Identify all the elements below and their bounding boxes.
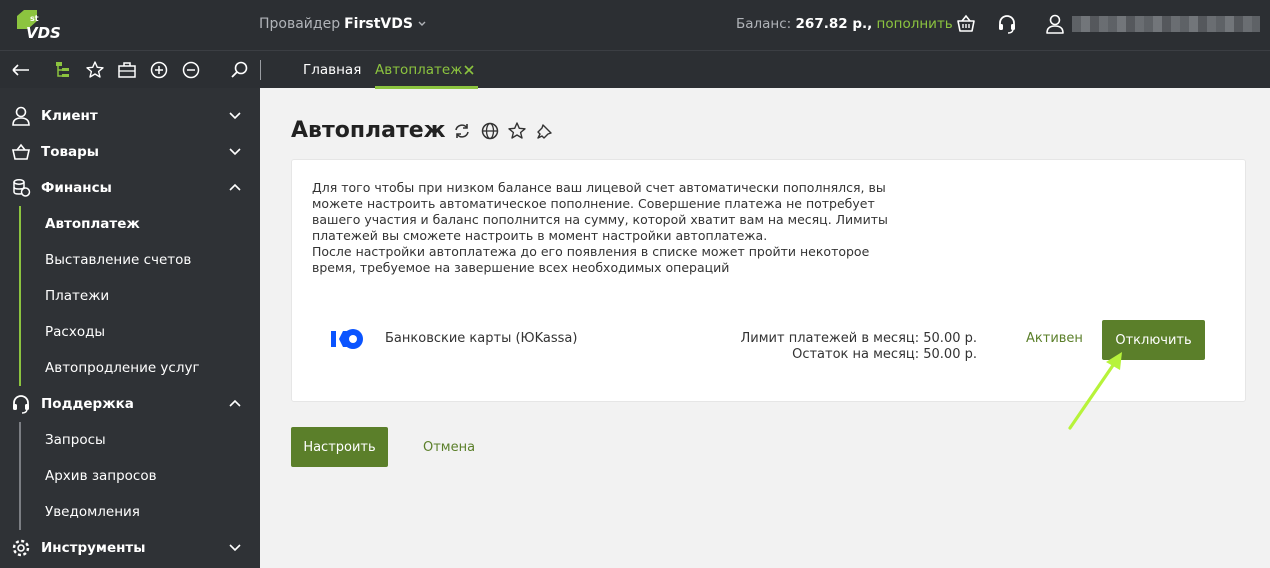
sidebar-item-payments[interactable]: Платежи xyxy=(0,278,260,314)
balance: Баланс: 267.82 р., пополнить xyxy=(736,16,953,32)
back-arrow-icon[interactable] xyxy=(11,60,31,80)
coins-icon xyxy=(13,179,31,197)
payment-limits: Лимит платежей в месяц: 50.00 р. Остаток… xyxy=(700,331,977,363)
chevron-down-icon xyxy=(229,544,241,552)
toolbar-divider xyxy=(260,60,261,80)
sidebar-item-autorenewal[interactable]: Автопродление услуг xyxy=(0,350,260,386)
close-icon[interactable] xyxy=(463,64,475,76)
description-line: вашего участия и баланс пополнится на су… xyxy=(312,212,888,227)
star-icon[interactable] xyxy=(507,121,527,141)
provider-prefix: Провайдер xyxy=(259,16,341,32)
user-name-blurred[interactable] xyxy=(1072,16,1260,32)
plus-circle-icon[interactable] xyxy=(149,60,169,80)
sidebar-item-label: Расходы xyxy=(45,324,106,340)
briefcase-icon[interactable] xyxy=(117,60,137,80)
user-icon xyxy=(12,106,30,126)
sidebar-group-label: Финансы xyxy=(41,180,112,196)
sidebar-item-invoicing[interactable]: Выставление счетов xyxy=(0,242,260,278)
sidebar-item-label: Уведомления xyxy=(45,504,140,520)
chevron-up-icon xyxy=(229,183,241,191)
description-line: можете настроить автоматическое пополнен… xyxy=(312,196,875,211)
sidebar-group-products[interactable]: Товары xyxy=(0,134,260,170)
sidebar-item-label: Выставление счетов xyxy=(45,252,192,268)
sidebar-group-label: Инструменты xyxy=(41,540,146,556)
sidebar-item-label: Архив запросов xyxy=(45,468,157,484)
sidebar-group-label: Клиент xyxy=(41,108,98,124)
sidebar-group-label: Товары xyxy=(41,144,100,160)
star-icon[interactable] xyxy=(85,60,105,80)
headset-icon[interactable] xyxy=(996,13,1018,35)
sidebar-group-label: Поддержка xyxy=(41,396,134,412)
svg-text:st: st xyxy=(30,14,39,23)
svg-text:VDS: VDS xyxy=(26,24,61,41)
sidebar-item-label: Автоплатеж xyxy=(45,216,140,232)
balance-label: Баланс: xyxy=(736,16,792,32)
headset-icon xyxy=(13,395,29,414)
chevron-down-icon xyxy=(418,21,426,26)
sidebar-item-requests[interactable]: Запросы xyxy=(0,422,260,458)
active-tab-indicator xyxy=(375,86,478,89)
sidebar-item-expenses[interactable]: Расходы xyxy=(0,314,260,350)
sidebar-item-label: Платежи xyxy=(45,288,110,304)
description-line: время, требуемое на завершение всех необ… xyxy=(312,260,730,275)
tree-icon[interactable] xyxy=(53,60,73,80)
refresh-icon[interactable] xyxy=(452,121,472,141)
pin-icon[interactable] xyxy=(535,121,555,141)
globe-icon[interactable] xyxy=(480,121,500,141)
description-line: платежей вы сможете настроить в момент н… xyxy=(312,228,768,243)
description-line: После настройки автоплатежа до его появл… xyxy=(312,244,870,259)
provider-selector[interactable]: Провайдер FirstVDS xyxy=(259,16,427,32)
setup-button[interactable]: Настроить xyxy=(291,427,388,467)
user-icon[interactable] xyxy=(1044,13,1066,35)
autopay-description: Для того чтобы при низком балансе ваш ли… xyxy=(312,180,902,276)
tab-autopay[interactable]: Автоплатеж xyxy=(375,62,462,78)
sidebar-item-label: Автопродление услуг xyxy=(45,360,200,376)
chevron-down-icon xyxy=(229,148,241,156)
sidebar-item-request-archive[interactable]: Архив запросов xyxy=(0,458,260,494)
page-title: Автоплатеж xyxy=(291,118,446,143)
sidebar-item-notifications[interactable]: Уведомления xyxy=(0,494,260,530)
yookassa-logo xyxy=(331,329,363,349)
topup-link[interactable]: пополнить xyxy=(877,16,953,32)
firstvds-logo[interactable]: st VDS xyxy=(14,9,70,41)
chevron-down-icon xyxy=(229,112,241,120)
monthly-remaining: Остаток на месяц: 50.00 р. xyxy=(792,347,977,362)
chevron-up-icon xyxy=(229,399,241,407)
sidebar-item-label: Запросы xyxy=(45,432,106,448)
description-line: Для того чтобы при низком балансе ваш ли… xyxy=(312,180,886,195)
gear-icon xyxy=(12,539,30,557)
sidebar: Клиент Товары Финансы Автоплатеж Выставл… xyxy=(0,88,260,568)
tab-home[interactable]: Главная xyxy=(303,62,361,78)
basket-icon[interactable] xyxy=(955,13,977,35)
sidebar-group-finance[interactable]: Финансы xyxy=(0,170,260,206)
top-bar: st VDS Провайдер FirstVDS Баланс: 267.82… xyxy=(0,0,1270,50)
basket-icon xyxy=(12,143,30,160)
sidebar-group-support[interactable]: Поддержка xyxy=(0,386,260,422)
cancel-button[interactable]: Отмена xyxy=(423,440,475,455)
sidebar-group-client[interactable]: Клиент xyxy=(0,98,260,134)
annotation-arrow-icon xyxy=(1068,352,1122,430)
search-icon[interactable] xyxy=(229,60,249,80)
provider-name: FirstVDS xyxy=(344,16,413,32)
balance-amount: 267.82 р., xyxy=(795,16,873,32)
sidebar-group-tools[interactable]: Инструменты xyxy=(0,530,260,566)
payment-method-name: Банковские карты (ЮKassa) xyxy=(385,331,578,346)
sidebar-item-autopay[interactable]: Автоплатеж xyxy=(0,206,260,242)
toolbar: Главная Автоплатеж xyxy=(0,50,1270,89)
monthly-limit: Лимит платежей в месяц: 50.00 р. xyxy=(740,331,977,346)
minus-circle-icon[interactable] xyxy=(181,60,201,80)
